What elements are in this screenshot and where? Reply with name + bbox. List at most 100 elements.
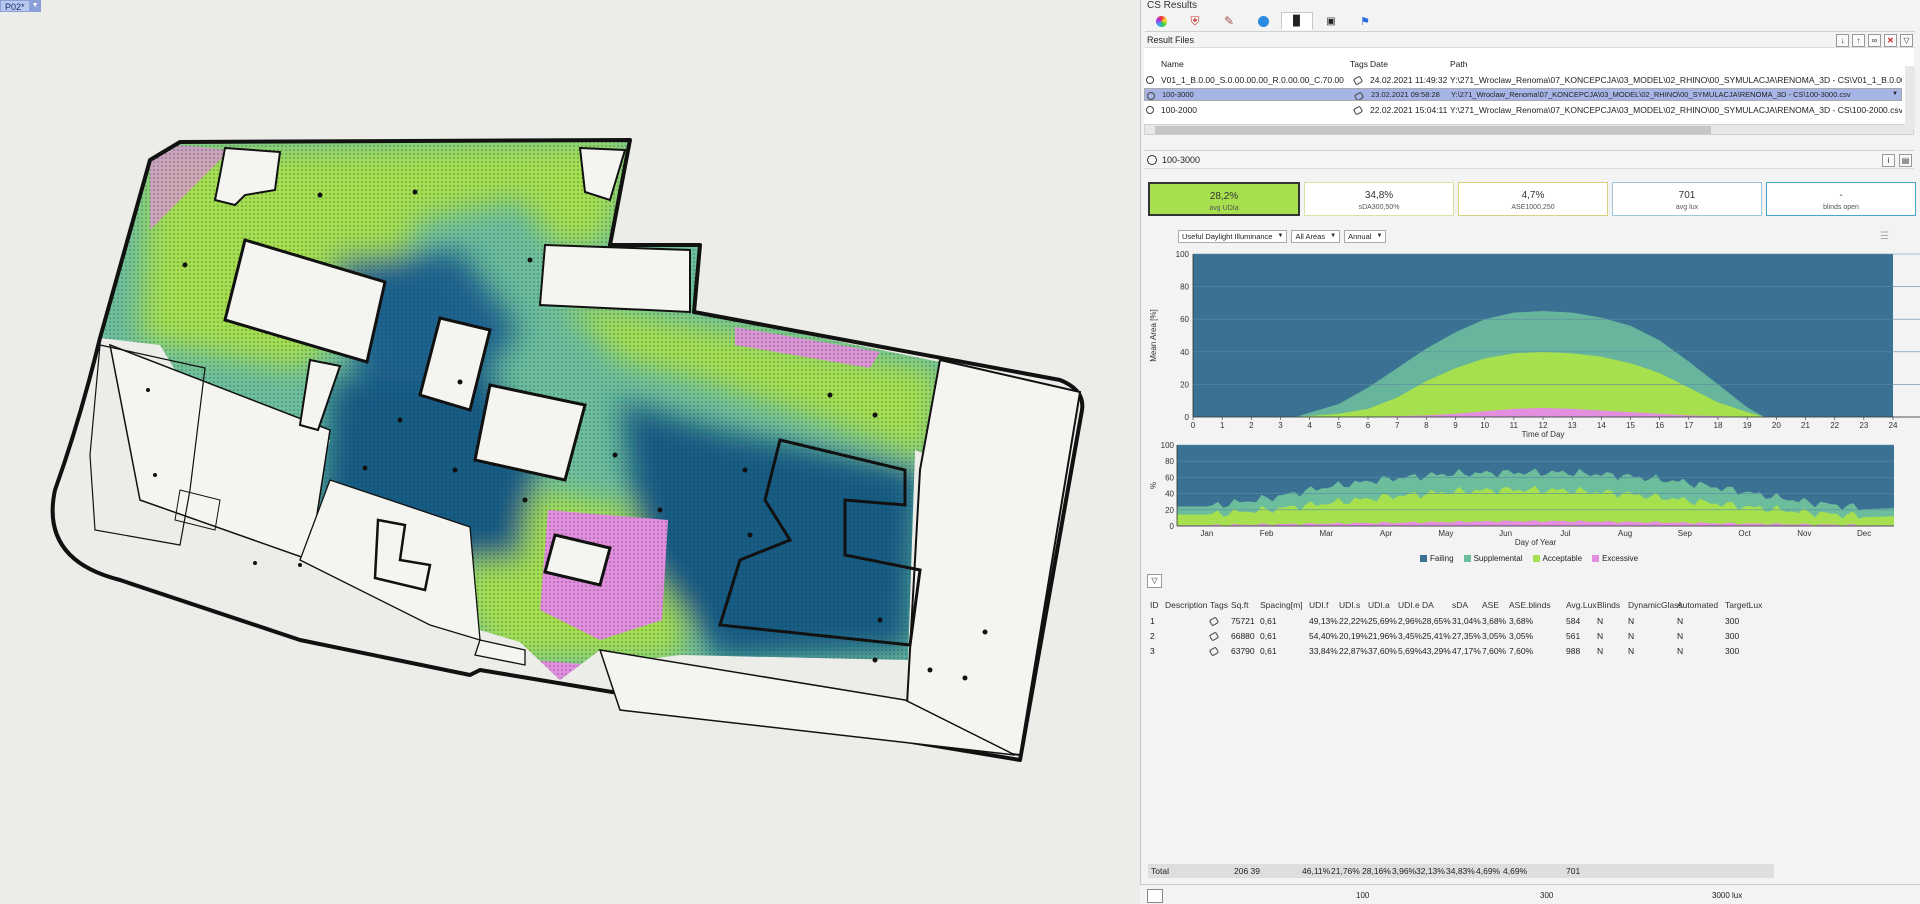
y-tick-label: 40 <box>1165 490 1174 499</box>
cell-sda: 47,17% <box>1452 646 1481 656</box>
filter-icon[interactable]: ▽ <box>1900 34 1913 47</box>
tag-icon[interactable] <box>1352 105 1364 116</box>
total-udia: 28,16% <box>1362 866 1391 876</box>
document-icon[interactable]: ▤ <box>1899 154 1912 167</box>
tab-chart[interactable]: ▉ <box>1281 12 1313 30</box>
col-name[interactable]: Name <box>1161 57 1184 71</box>
cell-targetlux: 300 <box>1725 631 1740 641</box>
cell-udi-a: 25,69% <box>1368 616 1397 626</box>
hamburger-menu-icon[interactable]: ☰ <box>1880 231 1889 242</box>
cell-udi-s: 22,87% <box>1339 646 1368 656</box>
metric-avg-lux[interactable]: 701 avg lux <box>1612 182 1762 216</box>
cell-ase: 3,68% <box>1482 616 1507 626</box>
result-files-header: Result Files ↓ ↑ ∞ ✕ ▽ <box>1145 31 1915 48</box>
x-tick-label: Jul <box>1560 529 1570 538</box>
legend-item-excessive[interactable]: Excessive <box>1592 554 1638 563</box>
table-row[interactable]: 100-2000 22.02.2021 15:04:11 Y:\271_Wroc… <box>1144 103 1902 117</box>
cell-sda: sDA <box>1452 600 1469 610</box>
cell-automated: N <box>1677 646 1684 656</box>
visibility-icon[interactable] <box>1146 76 1154 84</box>
tag-icon[interactable] <box>1353 91 1365 100</box>
col-date[interactable]: Date <box>1370 57 1388 71</box>
scrollbar-thumb[interactable] <box>1155 126 1711 134</box>
cell-avg-lux: 561 <box>1566 631 1581 641</box>
x-tick-label: 24 <box>1889 421 1898 430</box>
y-tick-label: 100 <box>1161 441 1175 450</box>
x-tick-label: 16 <box>1655 421 1664 430</box>
brush-icon: ✎ <box>1223 14 1235 28</box>
col-tags[interactable]: Tags <box>1350 57 1368 71</box>
tab-shield[interactable]: ⛨ <box>1179 12 1211 30</box>
y-tick-label: 40 <box>1180 348 1189 357</box>
scale-toggle[interactable] <box>1147 889 1163 903</box>
close-icon[interactable]: ✕ <box>1884 34 1897 47</box>
metric-value: - <box>1839 190 1843 201</box>
x-tick-label: 4 <box>1307 421 1312 430</box>
viewport-title-tab[interactable]: P02* ▼ <box>0 0 41 12</box>
table-filter-button[interactable]: ▽ <box>1147 574 1162 588</box>
area-select[interactable]: All Areas <box>1291 230 1341 243</box>
tab-brush[interactable]: ✎ <box>1213 12 1245 30</box>
horizontal-scrollbar[interactable] <box>1144 124 1914 135</box>
metric-select[interactable]: Useful Daylight Illuminance <box>1178 230 1288 243</box>
total-label: Total <box>1151 866 1169 876</box>
tab-camera[interactable]: ▣ <box>1315 12 1347 30</box>
table-row[interactable]: 100-3000 23.02.2021 09:58:28 Y:\271_Wroc… <box>1144 88 1902 101</box>
cell-automated: N <box>1677 616 1684 626</box>
cell-da: DA <box>1422 600 1434 610</box>
visibility-icon[interactable] <box>1147 92 1155 100</box>
file-name: 100-3000 <box>1162 90 1194 99</box>
tab-bell[interactable]: ⚑ <box>1349 12 1381 30</box>
visibility-icon[interactable] <box>1146 106 1154 114</box>
link-icon[interactable]: ∞ <box>1868 34 1881 47</box>
x-tick-label: 13 <box>1568 421 1577 430</box>
vertical-scrollbar[interactable] <box>1905 66 1915 130</box>
metric-ase[interactable]: 4,7% ASE1000,250 <box>1458 182 1608 216</box>
export-icon[interactable]: ↑ <box>1852 34 1865 47</box>
cell-ase-blinds: 3,68% <box>1509 616 1534 626</box>
legend-label: Supplemental <box>1473 554 1523 563</box>
y-tick-label: 20 <box>1165 506 1174 515</box>
time-of-day-chart: 0204060801000 1 2 3 4 5 6 7 8 9 10 11 12 13 14 15 16 17 18… <box>1149 250 1920 439</box>
download-icon[interactable]: ↓ <box>1836 34 1849 47</box>
cell-ase-blinds: ASE.blinds <box>1509 600 1551 610</box>
tab-color[interactable] <box>1145 12 1177 30</box>
lux-scale-bar: 100 300 3000 lux <box>1140 884 1920 904</box>
metric-sda[interactable]: 34,8% sDA300,50% <box>1304 182 1454 216</box>
total-sda: 34,83% <box>1446 866 1475 876</box>
y-axis-label: % <box>1149 482 1158 489</box>
cell-targetlux: 300 <box>1725 646 1740 656</box>
viewport-name[interactable]: P02* <box>0 0 30 12</box>
cell-udi-a: 37,60% <box>1368 646 1397 656</box>
x-tick-label: 15 <box>1626 421 1635 430</box>
metric-label: avg lux <box>1675 204 1699 211</box>
x-tick-label: 9 <box>1453 421 1458 430</box>
table-row[interactable]: V01_1_B.0.00_S.0.00.00.00_R.0.00.00_C.70… <box>1144 73 1902 87</box>
x-tick-label: Jun <box>1499 529 1512 538</box>
metric-cards: 28,2% avg UDIa 34,8% sDA300,50% 4,7% ASE… <box>1148 182 1916 216</box>
rhino-viewport[interactable]: P02* ▼ <box>0 0 1140 904</box>
col-path[interactable]: Path <box>1450 57 1468 71</box>
total-ase-blinds: 4,69% <box>1503 866 1528 876</box>
info-icon[interactable]: i <box>1882 154 1895 167</box>
chevron-down-icon[interactable]: ▼ <box>29 0 41 12</box>
period-select[interactable]: Annual <box>1344 230 1387 243</box>
metric-avg-udia[interactable]: 28,2% avg UDIa <box>1148 182 1300 216</box>
file-name: 100-2000 <box>1161 105 1197 115</box>
x-tick-label: 8 <box>1424 421 1429 430</box>
legend-item-supplemental[interactable]: Supplemental <box>1463 554 1523 563</box>
tab-circle[interactable] <box>1247 12 1279 30</box>
legend-item-acceptable[interactable]: Acceptable <box>1532 554 1582 563</box>
y-tick-label: 60 <box>1180 315 1189 324</box>
cell-udi-f: UDI.f <box>1309 600 1329 610</box>
result-detail-header: 100-3000 i ▤ <box>1144 150 1914 169</box>
total-ase: 4,69% <box>1476 866 1501 876</box>
x-tick-label: 2 <box>1249 421 1254 430</box>
chart-legend: Failing Supplemental Acceptable Excessiv… <box>1420 554 1638 563</box>
cell-ase-blinds: 3,05% <box>1509 631 1534 641</box>
tag-icon[interactable] <box>1352 75 1364 86</box>
cell-udi-f: 49,13% <box>1309 616 1338 626</box>
legend-item-failing[interactable]: Failing <box>1420 554 1454 563</box>
metric-blinds-open[interactable]: - blinds open <box>1766 182 1916 216</box>
shield-icon: ⛨ <box>1190 13 1200 28</box>
